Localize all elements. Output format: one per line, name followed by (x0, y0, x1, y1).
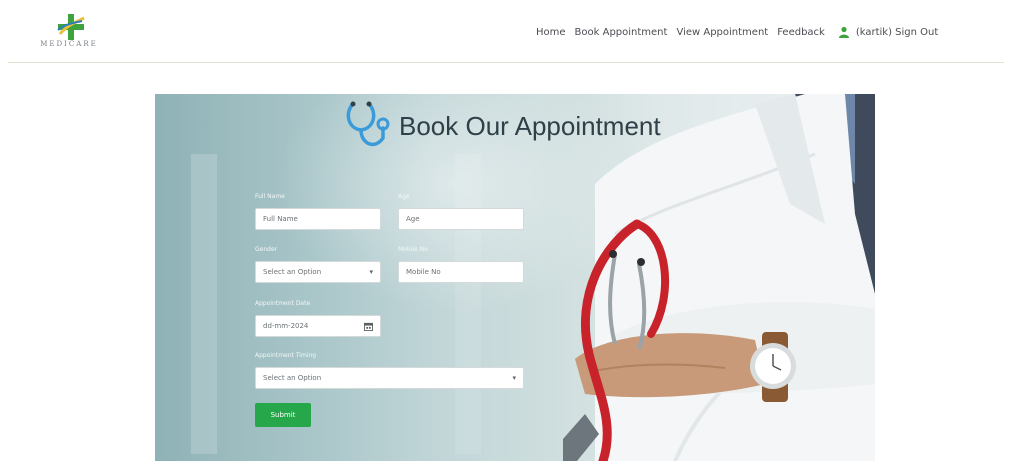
appointment-date-value: dd-mm-2024 (263, 322, 309, 330)
top-navbar: MEDICARE Home Book Appointment View Appo… (0, 0, 1009, 62)
mobile-input[interactable]: Mobile No (398, 261, 524, 283)
appointment-hero: Book Our Appointment Full Name Age Full … (155, 94, 875, 461)
chevron-down-icon: ▾ (512, 374, 516, 382)
nav-feedback-link[interactable]: Feedback (777, 27, 825, 38)
hero-title: Book Our Appointment (341, 100, 661, 152)
mobile-placeholder: Mobile No (406, 268, 441, 276)
appointment-date-label: Appointment Date (255, 300, 311, 307)
mobile-label: Mobile No (398, 246, 428, 253)
full-name-placeholder: Full Name (263, 215, 298, 223)
background-stripe (191, 154, 217, 454)
medical-cross-logo-icon (57, 14, 85, 40)
appointment-timing-selected-value: Select an Option (263, 374, 322, 382)
user-icon (838, 26, 849, 38)
header-divider (8, 62, 1004, 63)
calendar-icon[interactable] (364, 322, 373, 331)
main-nav: Home Book Appointment View Appointment F… (536, 24, 938, 40)
full-name-label: Full Name (255, 193, 285, 200)
nav-home-link[interactable]: Home (536, 27, 566, 38)
background-stripe (455, 154, 481, 454)
nav-book-appointment-link[interactable]: Book Appointment (575, 27, 668, 38)
sign-out-link[interactable]: (kartik) Sign Out (856, 27, 938, 38)
nav-view-appointment-link[interactable]: View Appointment (676, 27, 768, 38)
submit-button[interactable]: Submit (255, 403, 311, 427)
age-label: Age (398, 193, 410, 200)
brand-logo[interactable]: MEDICARE (26, 12, 112, 52)
appointment-timing-label: Appointment Timing (255, 352, 317, 359)
gender-label: Gender (255, 246, 278, 253)
age-placeholder: Age (406, 215, 420, 223)
appointment-timing-select[interactable]: Select an Option ▾ (255, 367, 524, 389)
gender-selected-value: Select an Option (263, 268, 322, 276)
page-title: Book Our Appointment (399, 110, 661, 141)
appointment-date-input[interactable]: dd-mm-2024 (255, 315, 381, 337)
full-name-input[interactable]: Full Name (255, 208, 381, 230)
chevron-down-icon: ▾ (369, 268, 373, 276)
logo-text: MEDICARE (40, 40, 98, 48)
age-input[interactable]: Age (398, 208, 524, 230)
stethoscope-icon (346, 101, 390, 147)
gender-select[interactable]: Select an Option ▾ (255, 261, 381, 283)
